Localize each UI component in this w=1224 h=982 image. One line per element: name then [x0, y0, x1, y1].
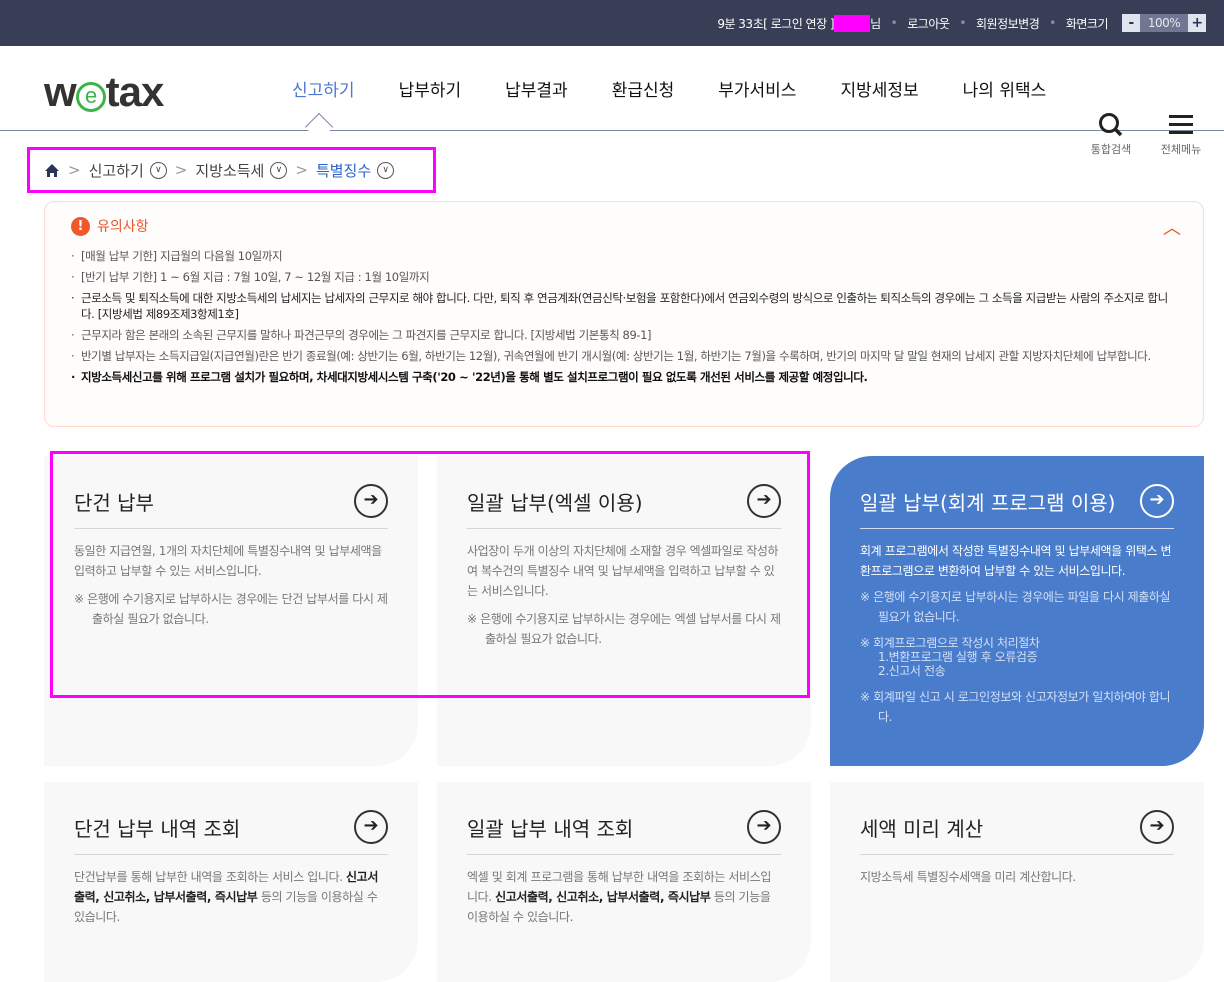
- logout-link[interactable]: 로그아웃: [907, 15, 950, 32]
- card-desc: 지방소득세 특별징수세액을 미리 계산합니다.: [860, 870, 1076, 884]
- breadcrumb-local-income-tax[interactable]: 지방소득세: [195, 160, 264, 181]
- card-title: 세액 미리 계산: [860, 816, 984, 841]
- card-bulk-payment-accounting[interactable]: 일괄 납부(회계 프로그램 이용) ➔ 회계 프로그램에서 작성한 특별징수내역 …: [830, 456, 1204, 766]
- notice-item: 반기별 납부자는 소득지급일(지급연월)란은 반기 종료월(예: 상반기는 6월…: [71, 348, 1177, 364]
- card-note: ※ 은행에 수기용지로 납부하시는 경우에는 엑셀 납부서를 다시 제출하실 필…: [467, 612, 781, 646]
- card-bulk-history[interactable]: 일괄 납부 내역 조회 ➔ 엑셀 및 회계 프로그램을 통해 납부한 내역을 조회…: [437, 782, 811, 982]
- main-nav: 신고하기 납부하기 납부결과 환급신청 부가서비스 지방세정보 나의 위택스: [270, 76, 1068, 101]
- card-single-payment[interactable]: 단건 납부 ➔ 동일한 지급연월, 1개의 자치단체에 특별징수내역 및 납부세액…: [44, 456, 418, 766]
- nav-extra-services[interactable]: 부가서비스: [718, 76, 796, 101]
- collapse-chevron-up-icon[interactable]: ︿: [1163, 214, 1181, 240]
- card-single-history[interactable]: 단건 납부 내역 조회 ➔ 단건납부를 통해 납부한 내역을 조회하는 서비스 입…: [44, 782, 418, 982]
- nav-my-wetax[interactable]: 나의 위택스: [963, 76, 1047, 101]
- card-note: ※ 회계파일 신고 시 로그인정보와 신고자정보가 일치하여야 합니다.: [860, 690, 1171, 724]
- card-tax-calculator[interactable]: 세액 미리 계산 ➔ 지방소득세 특별징수세액을 미리 계산합니다.: [830, 782, 1204, 982]
- search-icon: [1099, 113, 1123, 137]
- nav-refund[interactable]: 환급신청: [612, 76, 675, 101]
- search-label: 통합검색: [1090, 143, 1132, 156]
- top-utility-bar: 9분 33초[ 로그인 연장 ] 님 • 로그아웃 • 회원정보변경 • 화면크…: [0, 0, 1224, 46]
- breadcrumb-special-withholding[interactable]: 특별징수: [316, 160, 371, 181]
- logo-e: e: [75, 82, 106, 112]
- menu-label: 전체메뉴: [1160, 143, 1202, 156]
- zoom-control: - 100% +: [1122, 14, 1206, 32]
- zoom-level: 100%: [1140, 14, 1188, 32]
- notice-panel: ! 유의사항 ︿ [매월 납부 기한] 지급월의 다음월 10일까지 [반기 납부…: [44, 201, 1204, 427]
- notice-item: 지방소득세신고를 위해 프로그램 설치가 필요하며, 차세대지방세시스템 구축(…: [71, 369, 1177, 385]
- screen-size-label: 화면크기: [1065, 16, 1109, 31]
- card-title: 단건 납부: [74, 490, 154, 515]
- zoom-in-button[interactable]: +: [1188, 14, 1206, 32]
- card-bulk-payment-excel[interactable]: 일괄 납부(엑셀 이용) ➔ 사업장이 두개 이상의 자치단체에 소재할 경우 엑…: [437, 456, 811, 766]
- card-note: ※ 은행에 수기용지로 납부하시는 경우에는 단건 납부서를 다시 제출하실 필…: [74, 592, 388, 626]
- notice-title: 유의사항: [97, 219, 149, 235]
- arrow-right-icon[interactable]: ➔: [1140, 484, 1174, 518]
- main-header: w e tax 신고하기 납부하기 납부결과 환급신청 부가서비스 지방세정보 나의…: [0, 46, 1224, 156]
- nav-report[interactable]: 신고하기: [292, 76, 355, 101]
- card-title: 일괄 납부 내역 조회: [467, 816, 634, 841]
- home-icon[interactable]: [44, 163, 60, 178]
- notice-item: [반기 납부 기한] 1 ~ 6월 지급 : 7월 10일, 7 ~ 12월 지…: [71, 269, 1177, 285]
- session-timer[interactable]: 9분 33초[ 로그인 연장 ]: [717, 15, 834, 32]
- logo-w: w: [44, 68, 77, 115]
- warning-icon: !: [71, 216, 90, 236]
- arrow-right-icon[interactable]: ➔: [354, 484, 388, 518]
- search-button[interactable]: 통합검색: [1086, 112, 1136, 157]
- card-title: 일괄 납부(엑셀 이용): [467, 490, 643, 515]
- redacted-username: [834, 14, 871, 32]
- card-title: 단건 납부 내역 조회: [74, 816, 241, 841]
- breadcrumb-report[interactable]: 신고하기: [89, 160, 144, 181]
- desc-text: 단건납부를 통해 납부한 내역을 조회하는 서비스 입니다.: [74, 870, 343, 884]
- arrow-right-icon[interactable]: ➔: [354, 810, 388, 844]
- card-title: 일괄 납부(회계 프로그램 이용): [860, 490, 1116, 515]
- notice-item: 근로소득 및 퇴직소득에 대한 지방소득세의 납세지는 납세자의 근무지로 해야…: [71, 290, 1177, 322]
- card-desc: 사업장이 두개 이상의 자치단체에 소재할 경우 엑셀파일로 작성하여 복수건의…: [467, 544, 779, 598]
- chevron-down-icon[interactable]: ∨: [149, 161, 167, 179]
- card-note: ※ 은행에 수기용지로 납부하시는 경우에는 파일을 다시 제출하실 필요가 없…: [860, 590, 1171, 624]
- nav-payment-result[interactable]: 납부결과: [505, 76, 568, 101]
- wetax-logo[interactable]: w e tax: [44, 68, 165, 116]
- card-desc: 단건납부를 통해 납부한 내역을 조회하는 서비스 입니다. 신고서출력, 신고…: [74, 867, 388, 927]
- desc-bold: 신고서출력, 신고취소, 납부서출력, 즉시납부: [495, 890, 711, 904]
- arrow-right-icon[interactable]: ➔: [747, 810, 781, 844]
- chevron-down-icon[interactable]: ∨: [377, 161, 395, 179]
- notice-item: 근무지라 함은 본래의 소속된 근무지를 말하나 파견근무의 경우에는 그 파견…: [71, 327, 1177, 343]
- notice-item: [매월 납부 기한] 지급월의 다음월 10일까지: [71, 248, 1177, 264]
- all-menu-button[interactable]: 전체메뉴: [1156, 112, 1206, 157]
- card-desc: 동일한 지급연월, 1개의 자치단체에 특별징수내역 및 납부세액을 입력하고 …: [74, 544, 382, 578]
- card-desc: 엑셀 및 회계 프로그램을 통해 납부한 내역을 조회하는 서비스입니다. 신고…: [467, 867, 781, 927]
- user-suffix: 님: [870, 16, 881, 31]
- chevron-down-icon[interactable]: ∨: [270, 161, 288, 179]
- logo-tax: tax: [105, 68, 165, 115]
- zoom-out-button[interactable]: -: [1122, 14, 1140, 32]
- arrow-right-icon[interactable]: ➔: [747, 484, 781, 518]
- card-desc: 회계 프로그램에서 작성한 특별징수내역 및 납부세액을 위택스 변환프로그램으…: [860, 544, 1172, 578]
- arrow-right-icon[interactable]: ➔: [1140, 810, 1174, 844]
- breadcrumb: > 신고하기 ∨ > 지방소득세 ∨ > 특별징수 ∨: [27, 147, 436, 193]
- nav-payment[interactable]: 납부하기: [399, 76, 462, 101]
- nav-local-tax-info[interactable]: 지방세정보: [840, 76, 918, 101]
- hamburger-icon: [1169, 115, 1193, 134]
- member-info-link[interactable]: 회원정보변경: [976, 15, 1040, 32]
